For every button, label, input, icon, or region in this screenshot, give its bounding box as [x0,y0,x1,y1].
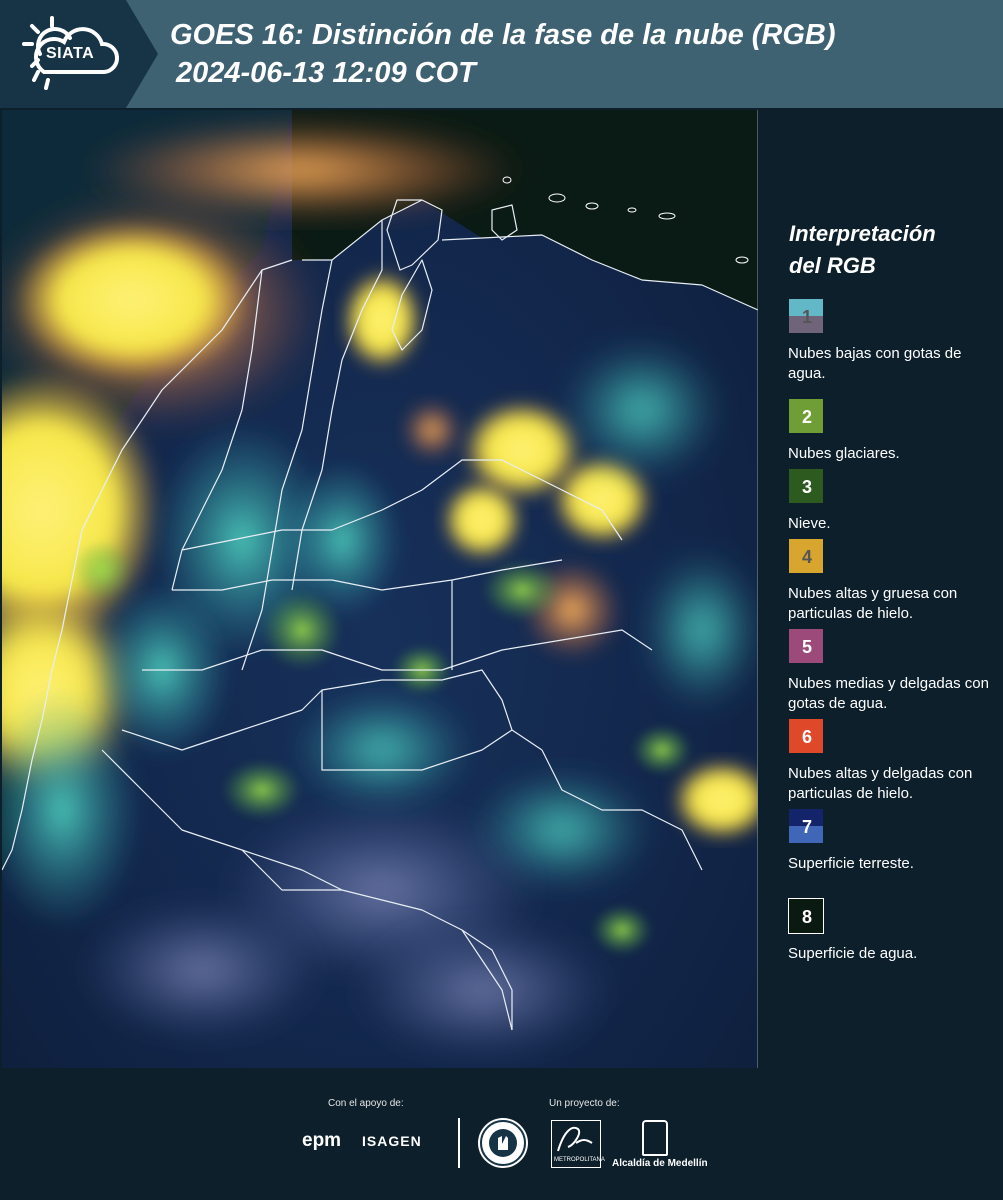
legend-number: 3 [801,477,812,497]
support-label: Con el apoyo de: [328,1098,404,1109]
header-bar: SIATA GOES 16: Distinción de la fase de … [0,0,1003,108]
area-script-icon [557,1126,593,1152]
legend-item-2: 2 Nubes glaciares. [788,398,998,464]
legend-number: 7 [801,817,812,837]
legend-number: 5 [801,637,812,657]
legend-swatch: 1 [788,298,824,334]
legend-label: Nubes glaciares. [788,445,900,462]
legend-label: Nubes altas y delgadas con particulas de… [788,765,973,802]
legend-number: 2 [801,407,812,427]
rgb-satellite-image [2,110,758,1068]
seal-logo [478,1118,528,1168]
legend-swatch: 7 [788,808,824,844]
legend-title-line1: Interpretación [789,221,936,246]
legend-number: 8 [801,907,812,927]
legend-item-5: 5 Nubes medias y delgadas con gotas de ag… [788,628,998,714]
area-logo-text: METROPOLITANA [554,1157,605,1163]
legend-label: Superficie de agua. [788,945,918,962]
footer-divider [458,1118,460,1168]
footer: Con el apoyo de: Un proyecto de: epm ISA… [0,1070,1003,1200]
legend-item-3: 3 Nieve. [788,468,998,534]
seal-icon [480,1120,526,1166]
legend-label: Nubes altas y gruesa con particulas de h… [788,585,958,622]
legend-item-6: 6 Nubes altas y delgadas con particulas d… [788,718,998,804]
legend-item-1: 1 Nubes bajas con gotas de agua. [788,298,998,384]
legend-swatch: 6 [788,718,824,754]
legend-number: 4 [801,547,812,567]
legend-item-7: 7 Superficie terreste. [788,808,998,874]
legend-number: 1 [801,307,812,327]
epm-logo: epm [302,1130,342,1151]
project-label: Un proyecto de: [549,1098,620,1109]
satellite-map [2,110,758,1068]
page-timestamp: 2024-06-13 12:09 COT [176,57,476,89]
legend-label: Nubes medias y delgadas con gotas de agu… [788,675,989,712]
isagen-logo: ISAGEN [362,1133,422,1149]
legend-title: Interpretación del RGB [789,218,936,282]
siata-logo-text: SIATA [46,45,95,62]
legend-swatch: 4 [788,538,824,574]
legend-label: Nubes bajas con gotas de agua. [788,345,962,382]
legend-label: Superficie terreste. [788,855,914,872]
legend-swatch: 5 [788,628,824,664]
alcaldia-shield-icon [642,1120,668,1156]
legend-item-4: 4 Nubes altas y gruesa con particulas de … [788,538,998,624]
legend-swatch: 3 [788,468,824,504]
legend-number: 6 [801,727,812,747]
legend-title-line2: del RGB [789,253,876,278]
legend-swatch: 8 [788,898,824,934]
legend-panel: Interpretación del RGB 1 Nubes bajas con … [760,110,1003,1068]
legend-item-8: 8 Superficie de agua. [788,898,998,964]
page-title: GOES 16: Distinción de la fase de la nub… [170,19,836,51]
legend-swatch: 2 [788,398,824,434]
alcaldia-text: Alcaldía de Medellín [612,1158,708,1169]
legend-label: Nieve. [788,515,831,532]
